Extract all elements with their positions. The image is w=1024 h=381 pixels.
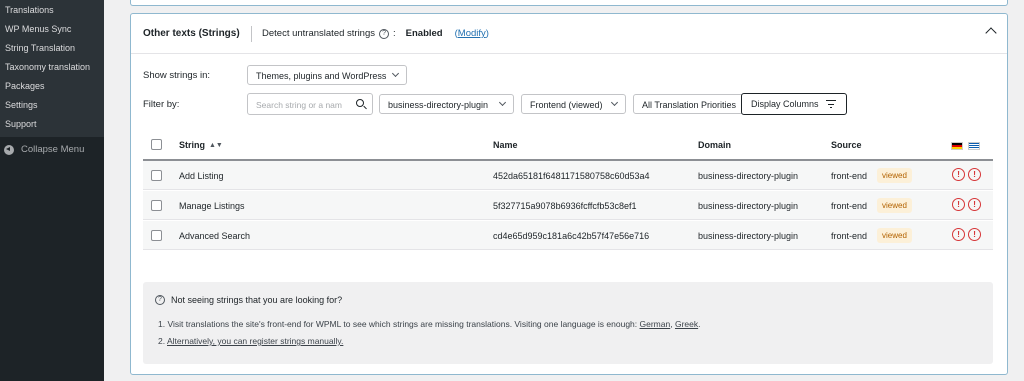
sidebar-item-support[interactable]: Support <box>5 119 37 129</box>
table-header: String ▲▼ Name Domain Source <box>143 129 993 161</box>
help-question-text: Not seeing strings that you are looking … <box>171 295 343 305</box>
modify-link[interactable]: Modify <box>458 28 486 39</box>
viewed-badge: viewed <box>877 228 912 243</box>
row-name: 452da65181f6481171580758c60d53a4 <box>493 171 650 181</box>
other-texts-panel: Other texts (Strings) Detect untranslate… <box>130 13 1008 375</box>
warning-icon[interactable]: ! <box>968 168 981 181</box>
viewed-badge: viewed <box>877 198 912 213</box>
domain-filter-select[interactable]: business-directory-plugin <box>379 94 514 114</box>
help-line-1-end: . <box>698 319 701 329</box>
panel-header: Other texts (Strings) Detect untranslate… <box>131 14 1007 54</box>
row-string: Add Listing <box>179 171 224 181</box>
display-columns-label: Display Columns <box>751 99 819 109</box>
help-line-1-text: 1. Visit translations the site's front-e… <box>158 319 638 329</box>
help-line-2: 2. Alternatively, you can register strin… <box>158 336 343 346</box>
help-line-2-number: 2. <box>158 336 166 346</box>
row-domain: business-directory-plugin <box>698 171 799 181</box>
source-filter-select[interactable]: Frontend (viewed) <box>521 94 626 114</box>
chevron-down-icon <box>610 98 619 107</box>
table-row: Advanced Search cd4e65d959c181a6c42b57f4… <box>143 221 993 250</box>
greek-link[interactable]: Greek <box>675 319 698 329</box>
detect-label: Detect untranslated strings <box>262 28 376 39</box>
sort-icon[interactable]: ▲▼ <box>209 142 223 149</box>
warning-icon[interactable]: ! <box>952 168 965 181</box>
detect-colon: : <box>393 28 396 39</box>
table-row: Add Listing 452da65181f6481171580758c60d… <box>143 161 993 190</box>
detect-status: Enabled <box>405 28 443 39</box>
show-strings-select[interactable]: Themes, plugins and WordPress <box>247 65 407 85</box>
help-line-1-sep: , <box>670 319 673 329</box>
sidebar-item-string-translation[interactable]: String Translation <box>5 43 75 53</box>
question-icon: ? <box>155 295 165 305</box>
table-row: Manage Listings 5f327715a9078b6936fcffcf… <box>143 191 993 220</box>
warning-icon[interactable]: ! <box>968 228 981 241</box>
help-box: ? Not seeing strings that you are lookin… <box>143 282 993 364</box>
register-strings-link[interactable]: Alternatively, you can register strings … <box>167 336 343 346</box>
source-filter-value: Frontend (viewed) <box>530 100 603 110</box>
row-checkbox[interactable] <box>151 230 162 241</box>
row-checkbox[interactable] <box>151 200 162 211</box>
column-header-source: Source <box>831 140 862 150</box>
column-header-string[interactable]: String ▲▼ <box>179 140 223 150</box>
warning-icon[interactable]: ! <box>952 198 965 211</box>
search-placeholder: Search string or a nam <box>256 100 342 110</box>
column-header-string-label: String <box>179 140 205 150</box>
sidebar-item-taxonomy-translation[interactable]: Taxonomy translation <box>5 62 90 72</box>
row-source: front-end <box>831 201 868 211</box>
german-flag-icon <box>951 142 963 150</box>
row-domain: business-directory-plugin <box>698 231 799 241</box>
question-icon[interactable]: ? <box>379 28 390 39</box>
show-strings-label: Show strings in: <box>143 70 211 81</box>
search-input[interactable]: Search string or a nam <box>247 93 373 115</box>
row-name: cd4e65d959c181a6c42b57f47e56e716 <box>493 231 650 241</box>
filter-by-label: Filter by: <box>143 99 180 110</box>
display-columns-button[interactable]: Display Columns <box>741 93 847 115</box>
row-checkbox[interactable] <box>151 170 162 181</box>
help-line-1: 1. Visit translations the site's front-e… <box>158 319 701 329</box>
chevron-up-icon[interactable] <box>985 27 997 39</box>
column-header-name: Name <box>493 140 518 150</box>
row-name: 5f327715a9078b6936fcffcfb53c8ef1 <box>493 201 637 211</box>
filter-lines-icon <box>826 100 836 109</box>
search-icon[interactable] <box>356 99 364 107</box>
row-source: front-end <box>831 231 868 241</box>
sidebar-item-wp-menus-sync[interactable]: WP Menus Sync <box>5 24 71 34</box>
modify-close-paren: ) <box>485 28 489 39</box>
detect-untranslated-setting: Detect untranslated strings ? : Enabled … <box>262 28 489 39</box>
row-string: Advanced Search <box>179 231 251 241</box>
warning-icon[interactable]: ! <box>952 228 965 241</box>
previous-panel <box>130 0 1008 6</box>
help-question: ? Not seeing strings that you are lookin… <box>155 295 342 305</box>
sidebar-item-packages[interactable]: Packages <box>5 81 45 91</box>
viewed-badge: viewed <box>877 168 912 183</box>
header-divider <box>251 26 252 42</box>
modify-wrapper: (Modify) <box>455 28 489 39</box>
domain-filter-value: business-directory-plugin <box>388 100 489 110</box>
admin-sidebar: Translations WP Menus Sync String Transl… <box>0 0 104 381</box>
greek-flag-icon <box>968 142 980 150</box>
priority-filter-value: All Translation Priorities <box>642 100 737 110</box>
collapse-arrow-icon <box>4 144 14 155</box>
main-content: Other texts (Strings) Detect untranslate… <box>104 0 1024 381</box>
chevron-down-icon <box>498 98 507 107</box>
sidebar-item-translations[interactable]: Translations <box>5 5 54 15</box>
warning-icon[interactable]: ! <box>968 198 981 211</box>
row-domain: business-directory-plugin <box>698 201 799 211</box>
row-source: front-end <box>831 171 868 181</box>
chevron-down-icon <box>391 69 400 78</box>
row-string: Manage Listings <box>179 201 245 211</box>
select-all-checkbox[interactable] <box>151 139 162 150</box>
panel-title: Other texts (Strings) <box>143 28 240 39</box>
sidebar-item-settings[interactable]: Settings <box>5 100 38 110</box>
show-strings-value: Themes, plugins and WordPress <box>256 71 387 81</box>
german-link[interactable]: German <box>640 319 671 329</box>
column-header-domain: Domain <box>698 140 732 150</box>
collapse-menu-button[interactable]: Collapse Menu <box>4 144 84 155</box>
collapse-menu-label: Collapse Menu <box>21 144 85 155</box>
